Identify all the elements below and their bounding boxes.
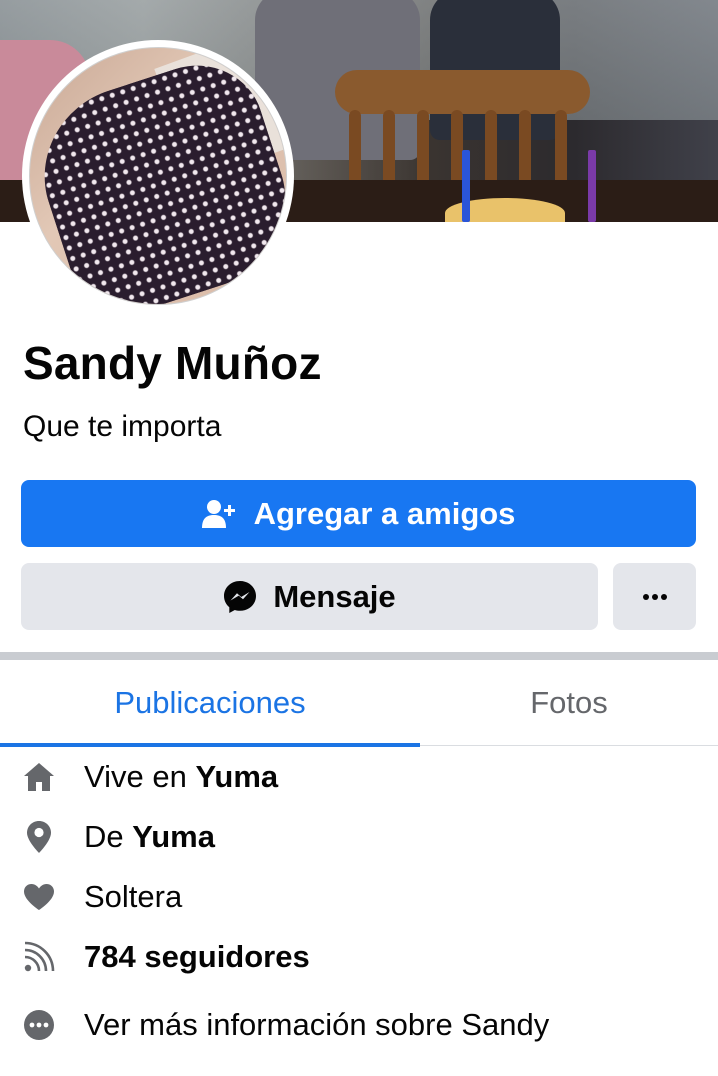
detail-see-more[interactable]: Ver más información sobre Sandy: [0, 995, 718, 1055]
chair-spindle: [349, 110, 361, 190]
add-friend-button[interactable]: Agregar a amigos: [21, 480, 696, 547]
more-dots-icon: [642, 593, 668, 601]
chair-spindle: [555, 110, 567, 190]
cover-candle: [462, 150, 470, 222]
profile-tabs: Publicaciones Fotos: [0, 660, 718, 747]
more-circle-icon: [22, 1008, 56, 1042]
profile-name: Sandy Muñoz: [23, 337, 322, 389]
add-person-icon: [201, 499, 238, 529]
avatar[interactable]: [22, 40, 294, 312]
detail-text: Ver más información sobre Sandy: [84, 1007, 550, 1042]
message-button[interactable]: Mensaje: [21, 563, 598, 630]
cover-candle: [588, 150, 596, 222]
detail-relationship: Soltera: [0, 867, 718, 927]
chair-spindle: [485, 110, 497, 190]
rss-icon: [22, 940, 56, 974]
tab-publicaciones[interactable]: Publicaciones: [0, 660, 420, 747]
chair-spindle: [383, 110, 395, 190]
location-pin-icon: [22, 820, 56, 854]
profile-bio: Que te importa: [23, 410, 222, 443]
chair-rail: [335, 70, 590, 114]
detail-text: Vive en Yuma: [84, 759, 279, 794]
avatar-photo: [29, 47, 287, 305]
more-button[interactable]: [613, 563, 696, 630]
chair-spindle: [519, 110, 531, 190]
message-label: Mensaje: [273, 578, 396, 614]
chair-spindle: [417, 110, 429, 190]
add-friend-label: Agregar a amigos: [253, 495, 516, 531]
messenger-icon: [223, 580, 257, 614]
tab-label: Fotos: [530, 685, 608, 720]
tab-fotos[interactable]: Fotos: [420, 660, 718, 746]
detail-lives-in: Vive en Yuma: [0, 747, 718, 807]
home-icon: [22, 760, 56, 794]
tab-label: Publicaciones: [114, 685, 306, 720]
detail-followers[interactable]: 784 seguidores: [0, 927, 718, 987]
detail-text: De Yuma: [84, 819, 215, 854]
detail-text: Soltera: [84, 879, 183, 914]
detail-from: De Yuma: [0, 807, 718, 867]
detail-text: 784 seguidores: [84, 939, 310, 974]
heart-icon: [22, 880, 56, 914]
section-divider: [0, 652, 718, 660]
